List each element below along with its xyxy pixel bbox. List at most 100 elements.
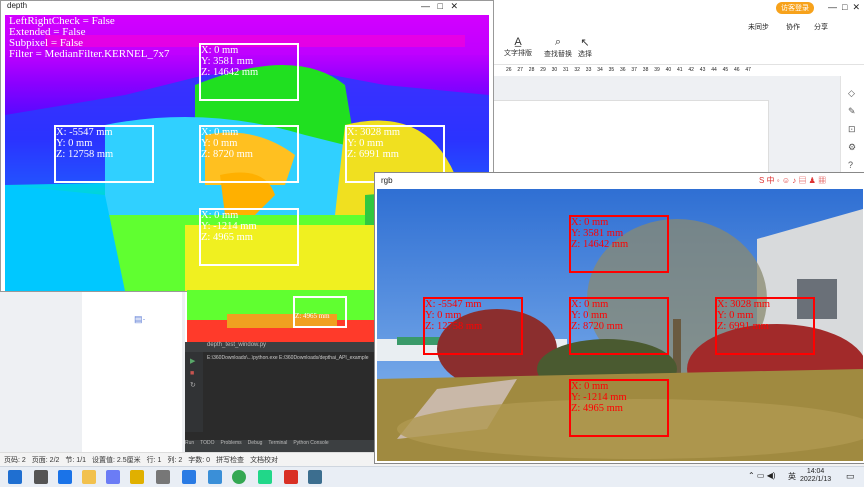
taskbar: ⌃ ▭ ◀) 英 14:04 2022/1/13 ▭ xyxy=(0,466,864,487)
window-controls[interactable]: — □ ✕ xyxy=(828,2,860,13)
app-icon-2[interactable] xyxy=(130,470,144,484)
depth-window-controls[interactable]: — □ ✕ xyxy=(421,1,458,12)
ruler-number: 36 xyxy=(620,67,626,73)
run-icon[interactable]: ▶ xyxy=(190,356,203,368)
rgb-title-bar: rgb S 中 ◦ ☺ ♪ ▤ ♟ ▦ xyxy=(375,173,864,189)
app-icon-4[interactable] xyxy=(208,470,222,484)
depth-measure-box-3: X: 0 mm Y: 0 mm Z: 8720 mm xyxy=(199,125,299,183)
status-item[interactable]: 页码: 2 xyxy=(4,457,26,464)
edge-icon[interactable] xyxy=(58,470,72,484)
ide-run-tab[interactable]: depth_test_window.py xyxy=(185,342,375,352)
login-button[interactable]: 访客登录 xyxy=(776,2,814,14)
depth-measure-box-5: X: 0 mm Y: -1214 mm Z: 4965 mm xyxy=(199,208,299,266)
ide-bottom-tabs: Run TODO Problems Debug Terminal Python Conso… xyxy=(185,440,375,452)
ruler-number: 33 xyxy=(585,67,592,73)
calculator-icon[interactable] xyxy=(156,470,170,484)
paint-icon[interactable]: ◇ xyxy=(848,84,864,102)
crop-icon[interactable]: ⊡ xyxy=(848,120,864,138)
ruler-number: 30 xyxy=(551,67,558,73)
input-language[interactable]: 英 xyxy=(788,471,796,482)
status-item[interactable]: 列: 2 xyxy=(167,457,182,464)
file-explorer-icon[interactable] xyxy=(82,470,96,484)
word-left-page: ▤· xyxy=(82,290,182,452)
ruler-number: 35 xyxy=(608,67,615,73)
ide-bottom-tab[interactable]: Debug xyxy=(248,440,263,446)
status-item[interactable]: 节: 1/1 xyxy=(65,457,86,464)
ruler-number: 34 xyxy=(597,67,603,73)
notification-icon[interactable]: ▭ xyxy=(846,471,855,482)
depth-lower-box: Z: 4965 mm xyxy=(293,296,347,328)
ruler-number: 32 xyxy=(574,67,580,73)
ide-window: depth_test_window.py E:\360Downloads\...… xyxy=(185,342,375,452)
rerun-icon[interactable]: ↻ xyxy=(190,380,203,392)
app-icon-5[interactable] xyxy=(308,470,322,484)
word-ribbon: A̲ 文字排版 ⌕ 查找替换 ↖ 选择 xyxy=(492,36,864,65)
ruler-number: 40 xyxy=(665,67,672,73)
find-replace-button[interactable]: ⌕ 查找替换 xyxy=(544,36,572,59)
ide-bottom-tab[interactable]: Problems xyxy=(221,440,242,446)
settings-icon[interactable]: ⚙ xyxy=(848,138,864,156)
stop-icon[interactable]: ■ xyxy=(190,368,203,380)
status-item[interactable]: 文档校对 xyxy=(250,457,278,464)
ide-bottom-tab[interactable]: TODO xyxy=(200,440,214,446)
chrome-icon[interactable] xyxy=(232,470,246,484)
text-layout-icon: A̲ xyxy=(514,36,522,48)
ruler-number: 46 xyxy=(734,67,740,73)
app-icon-1[interactable] xyxy=(106,470,120,484)
depth-param-line: Filter = MedianFilter.KERNEL_7x7 xyxy=(9,48,170,60)
ide-console-line: E:\360Downloads\...\python.exe E:/360Dow… xyxy=(207,355,369,361)
rgb-measure-box-3: X: 0 mm Y: 0 mm Z: 8720 mm xyxy=(569,297,669,355)
ruler-number: 31 xyxy=(563,67,569,73)
depth-title-bar: depth — □ ✕ xyxy=(1,1,493,15)
rgb-measure-box-1: X: 0 mm Y: 3581 mm Z: 14642 mm xyxy=(569,215,669,273)
ruler-number: 43 xyxy=(699,67,706,73)
ruler-number: 28 xyxy=(528,67,535,73)
ruler-number: 44 xyxy=(711,67,717,73)
status-item[interactable]: 设置值: 2.5厘米 xyxy=(92,457,141,464)
task-view-icon[interactable] xyxy=(34,470,48,484)
status-item[interactable]: 行: 1 xyxy=(147,457,162,464)
status-item[interactable]: 拼写检查 xyxy=(216,457,244,464)
rgb-window: rgb S 中 ◦ ☺ ♪ ▤ ♟ ▦ X: 0 mm Y: 3581 mm Z… xyxy=(374,172,864,464)
ruler-number: 47 xyxy=(745,67,751,73)
ruler-number: 42 xyxy=(688,67,694,73)
ruler-number: 45 xyxy=(722,67,729,73)
rgb-measure-box-5: X: 0 mm Y: -1214 mm Z: 4965 mm xyxy=(569,379,669,437)
depth-measure-box-2: X: -5547 mm Y: 0 mm Z: 12758 mm xyxy=(54,125,154,183)
ruler-number: 27 xyxy=(517,67,523,73)
word-title-bar: 访客登录 — □ ✕ 未同步 协作 分享 xyxy=(492,0,864,36)
status-item[interactable]: 页面: 2/2 xyxy=(32,457,60,464)
paste-options-icon[interactable]: ▤· xyxy=(134,314,146,325)
ruler-number: 38 xyxy=(642,67,649,73)
app-icon-3[interactable] xyxy=(182,470,196,484)
ruler-number: 41 xyxy=(677,67,683,73)
share-action[interactable]: 分享 xyxy=(814,22,828,32)
cursor-icon: ↖ xyxy=(580,37,590,49)
ide-bottom-tab[interactable]: Python Console xyxy=(293,440,328,446)
rgb-measure-box-2: X: -5547 mm Y: 0 mm Z: 12758 mm xyxy=(423,297,523,355)
pen-icon[interactable]: ✎ xyxy=(848,102,864,120)
depth-map-lower-strip: Z: 4965 mm xyxy=(187,290,374,342)
ide-tool-strip: ▶ ■ ↻ xyxy=(185,352,203,432)
sync-action[interactable]: 未同步 xyxy=(748,22,769,32)
clock[interactable]: 14:04 2022/1/13 xyxy=(800,468,831,484)
status-item[interactable]: 字数: 0 xyxy=(188,457,210,464)
ruler-number: 29 xyxy=(540,67,546,73)
ide-bottom-tab[interactable]: Run xyxy=(185,440,194,446)
collab-action[interactable]: 协作 xyxy=(786,22,800,32)
ide-bottom-tab[interactable]: Terminal xyxy=(268,440,287,446)
depth-params-text: LeftRightCheck = False Extended = False Su… xyxy=(9,16,170,60)
wps-icon[interactable] xyxy=(284,470,298,484)
document-page[interactable] xyxy=(492,100,769,178)
select-button[interactable]: ↖ 选择 xyxy=(578,36,592,59)
system-tray-icons[interactable]: ⌃ ▭ ◀) xyxy=(748,471,776,480)
start-icon[interactable] xyxy=(8,470,22,484)
pycharm-icon[interactable] xyxy=(258,470,272,484)
text-layout-button[interactable]: A̲ 文字排版 xyxy=(504,36,532,58)
ruler-number: 39 xyxy=(654,67,660,73)
ruler-number: 26 xyxy=(506,67,512,73)
ime-toolbar[interactable]: S 中 ◦ ☺ ♪ ▤ ♟ ▦ xyxy=(759,175,826,186)
search-icon: ⌕ xyxy=(554,36,562,48)
depth-measure-box-1: X: 0 mm Y: 3581 mm Z: 14642 mm xyxy=(199,43,299,101)
rgb-window-title: rgb xyxy=(381,176,393,185)
